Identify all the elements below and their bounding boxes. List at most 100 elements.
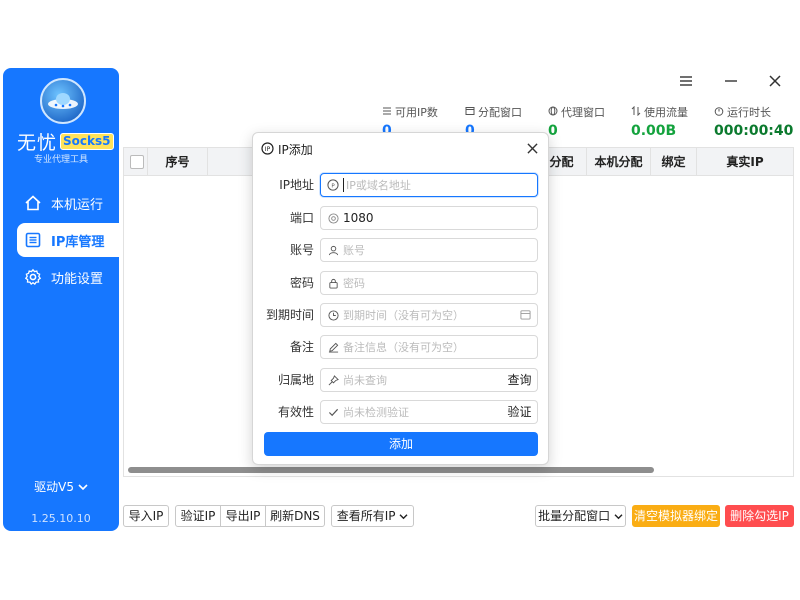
column-header-bind[interactable]: 绑定 [651,148,697,176]
stat-traffic: 使用流量 0.00B [631,104,688,139]
validity-label: 有效性 [277,405,314,419]
add-button[interactable]: 添加 [264,432,538,456]
ip-icon: IP [261,141,274,158]
import-ip-button[interactable]: 导入IP [123,505,169,527]
expire-label: 到期时间 [265,308,314,322]
brand: 无忧 Socks5 [17,128,114,155]
account-input[interactable]: 账号 [320,238,538,262]
stat-value: 0 [548,123,558,139]
validity-placeholder: 尚未检测验证 [343,406,409,419]
window-icon [465,106,475,119]
clock-icon [327,309,339,321]
transfer-icon [631,105,641,119]
ip-placeholder: IP或域名地址 [346,179,411,192]
gear-icon [23,267,43,287]
home-icon [23,193,43,213]
driver-selector[interactable]: 驱动V5 [3,478,119,495]
brand-tag: Socks5 [60,133,114,150]
driver-label: 驱动V5 [34,480,75,494]
sidebar-item-label: 本机运行 [51,197,104,213]
query-location-button[interactable]: 查询 [502,368,538,392]
password-label: 密码 [289,276,314,290]
port-row: 端口 1080 [253,206,550,230]
location-row: 归属地 尚未查询 查询 [253,368,550,392]
port-input[interactable]: 1080 [320,206,538,230]
column-header-index[interactable]: 序号 [148,148,208,176]
port-icon [327,212,339,224]
location-label: 归属地 [277,373,314,387]
calendar-icon[interactable] [520,309,531,323]
note-row: 备注 备注信息（没有可为空） [253,335,550,359]
stat-label: 运行时长 [727,106,771,119]
sidebar-item-label: IP库管理 [51,234,105,250]
chevron-down-icon [399,509,408,523]
location-input[interactable]: 尚未查询 [320,368,503,392]
location-placeholder: 尚未查询 [343,374,387,387]
svg-text:IP: IP [265,146,271,153]
column-header-local-assign[interactable]: 本机分配 [587,148,651,176]
delete-selected-ip-button[interactable]: 删除勾选IP [725,505,794,527]
note-input[interactable]: 备注信息（没有可为空） [320,335,538,359]
account-label: 账号 [289,243,314,257]
list-icon [23,230,43,250]
chevron-down-icon [78,480,88,494]
app-logo [40,78,86,124]
pencil-icon [327,341,339,353]
verify-ip-button[interactable]: 验证IP [175,505,221,527]
sidebar-item-local-run[interactable]: 本机运行 [3,186,119,220]
lock-icon [327,277,339,289]
minimize-icon[interactable] [720,72,742,91]
text-cursor [343,178,344,192]
pin-icon [327,374,339,386]
sidebar-item-label: 功能设置 [51,271,104,287]
batch-assign-label: 批量分配窗口 [538,509,611,523]
timer-icon [714,106,724,119]
ip-icon: P [327,179,339,191]
validity-input[interactable]: 尚未检测验证 [320,400,503,424]
expire-placeholder: 到期时间（没有可为空） [343,309,464,322]
port-value: 1080 [343,211,374,225]
batch-assign-dropdown[interactable]: 批量分配窗口 [535,505,626,527]
stat-label: 可用IP数 [395,106,438,119]
verify-validity-button[interactable]: 验证 [502,400,538,424]
export-ip-button[interactable]: 导出IP [220,505,266,527]
stat-runtime: 运行时长 000:00:40 [714,104,793,139]
note-label: 备注 [289,340,314,354]
dialog-close-icon[interactable] [527,139,538,158]
column-header-real-ip[interactable]: 真实IP [697,148,793,176]
sidebar-nav: 本机运行 IP库管理 功能设置 [3,186,119,297]
user-icon [327,244,339,256]
clear-emulator-binding-button[interactable]: 清空模拟器绑定 [632,505,720,527]
ip-address-input[interactable]: P IP或域名地址 [320,173,538,197]
refresh-dns-button[interactable]: 刷新DNS [265,505,325,527]
dialog-title: IP IP添加 [261,141,313,158]
horizontal-scrollbar[interactable] [128,467,654,473]
expire-date-input[interactable]: 到期时间（没有可为空） [320,303,538,327]
stat-label: 代理窗口 [561,106,605,119]
view-all-ip-dropdown[interactable]: 查看所有IP [331,505,414,527]
stat-label: 使用流量 [644,106,688,119]
list-icon [382,106,392,119]
sidebar-item-settings[interactable]: 功能设置 [3,260,119,294]
brand-name: 无忧 [17,132,58,154]
ip-label: IP地址 [279,178,314,192]
hamburger-icon[interactable] [675,72,697,91]
sidebar-item-ip-library[interactable]: IP库管理 [17,223,119,257]
app-window: 无忧 Socks5 专业代理工具 本机运行 IP库管理 功能设置 驱动V5 1.… [0,0,800,600]
app-version: 1.25.10.10 [31,512,91,525]
sidebar: 无忧 Socks5 专业代理工具 本机运行 IP库管理 功能设置 驱动V5 1.… [3,68,119,531]
check-icon [327,406,339,418]
stat-label: 分配窗口 [478,106,522,119]
view-all-ip-label: 查看所有IP [336,509,396,523]
svg-text:P: P [331,183,335,189]
dialog-title-text: IP添加 [278,143,313,157]
password-row: 密码 密码 [253,271,550,295]
expire-row: 到期时间 到期时间（没有可为空） [253,303,550,327]
port-label: 端口 [289,211,314,225]
close-icon[interactable] [764,72,786,91]
select-all-checkbox[interactable] [130,155,144,169]
note-placeholder: 备注信息（没有可为空） [343,341,464,354]
chevron-down-icon [614,509,623,523]
password-input[interactable]: 密码 [320,271,538,295]
validity-row: 有效性 尚未检测验证 验证 [253,400,550,424]
